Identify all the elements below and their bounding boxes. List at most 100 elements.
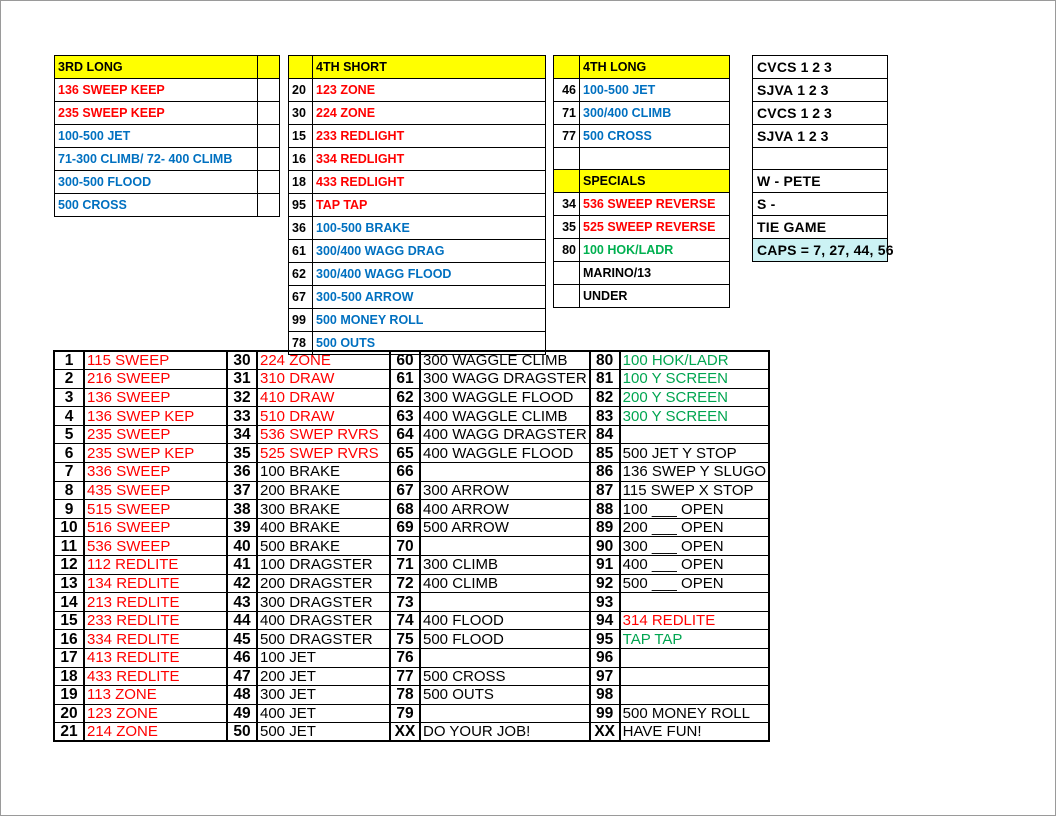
play-name[interactable]: 500 FLOOD [420, 629, 591, 649]
play-name[interactable]: 112 REDLITE [84, 555, 228, 575]
play-name[interactable]: 500 JET Y STOP [619, 443, 771, 464]
play-name[interactable] [420, 462, 591, 482]
play-name[interactable]: 400 WAGGLE CLIMB [420, 406, 591, 426]
play-name[interactable]: 536 SWEP RVRS [257, 424, 391, 445]
play-name[interactable]: 300/400 WAGG FLOOD [312, 262, 546, 286]
play-name[interactable]: 500 ARROW [420, 517, 591, 538]
play-name[interactable] [420, 536, 591, 557]
play-name[interactable]: 400 FLOOD [420, 610, 591, 631]
play-name[interactable]: 515 SWEEP [84, 499, 228, 519]
play-name[interactable]: 113 ZONE [84, 685, 228, 705]
play-name[interactable]: 100-500 JET [579, 78, 730, 102]
play-name[interactable]: 500 CROSS [579, 124, 730, 148]
play-name[interactable]: 300 BRAKE [257, 499, 391, 519]
play-name[interactable]: 500 JET [257, 722, 391, 743]
play-name[interactable]: MARINO/13 [579, 261, 730, 285]
play-name[interactable]: 413 REDLITE [84, 648, 228, 668]
play-name[interactable]: 435 SWEEP [84, 480, 228, 501]
play-name[interactable]: 100-500 JET [54, 124, 258, 148]
play-name[interactable]: 334 REDLIGHT [312, 147, 546, 171]
play-name[interactable] [619, 666, 771, 687]
play-name[interactable]: 300 WAGG DRAGSTER [420, 369, 591, 389]
play-name[interactable]: 235 SWEEP [84, 424, 228, 445]
play-name[interactable]: 100 DRAGSTER [257, 555, 391, 575]
play-name[interactable]: 216 SWEEP [84, 369, 228, 389]
play-name[interactable]: 300/400 CLIMB [579, 101, 730, 125]
play-name[interactable]: 224 ZONE [257, 350, 391, 371]
play-name[interactable]: 400 DRAGSTER [257, 610, 391, 631]
play-name[interactable]: 300 CLIMB [420, 555, 591, 575]
play-name[interactable]: 300-500 FLOOD [54, 170, 258, 194]
play-name[interactable] [420, 648, 591, 668]
play-name[interactable]: 525 SWEEP REVERSE [579, 215, 730, 239]
play-name[interactable]: 115 SWEEP [84, 350, 228, 371]
play-name[interactable] [619, 592, 771, 612]
play-name[interactable]: 510 DRAW [257, 406, 391, 426]
play-name[interactable]: 100-500 BRAKE [312, 216, 546, 240]
play-name[interactable]: TAP TAP [619, 629, 771, 649]
play-name[interactable]: 235 SWEEP KEEP [54, 101, 258, 125]
play-name[interactable]: 410 DRAW [257, 387, 391, 408]
play-name[interactable]: 200 Y SCREEN [619, 387, 771, 408]
play-name[interactable]: 300 WAGGLE CLIMB [420, 350, 591, 371]
play-name[interactable]: 400 CLIMB [420, 573, 591, 594]
play-name[interactable] [619, 648, 771, 668]
play-name[interactable]: 500 MONEY ROLL [312, 308, 546, 332]
play-name[interactable]: 123 ZONE [312, 78, 546, 102]
play-name[interactable]: 300 Y SCREEN [619, 406, 771, 426]
play-name[interactable] [420, 703, 591, 724]
play-name[interactable]: 500 BRAKE [257, 536, 391, 557]
play-name[interactable]: 400 BRAKE [257, 517, 391, 538]
play-name[interactable]: 115 SWEP X STOP [619, 480, 771, 501]
play-name[interactable]: 400 WAGGLE FLOOD [420, 443, 591, 464]
play-name[interactable]: 100 HOK/LADR [579, 238, 730, 262]
play-name[interactable]: 200 ___ OPEN [619, 517, 771, 538]
play-name[interactable]: 300 DRAGSTER [257, 592, 391, 612]
play-name[interactable]: 136 SWEEP KEEP [54, 78, 258, 102]
play-name[interactable] [420, 592, 591, 612]
play-name[interactable]: 233 REDLITE [84, 610, 228, 631]
play-name[interactable]: 500 CROSS [54, 193, 258, 217]
play-name[interactable]: 334 REDLITE [84, 629, 228, 649]
play-name[interactable]: 336 SWEEP [84, 462, 228, 482]
play-name[interactable]: 516 SWEEP [84, 517, 228, 538]
play-name[interactable]: 500 DRAGSTER [257, 629, 391, 649]
play-name[interactable]: 136 SWEP KEP [84, 406, 228, 426]
play-name[interactable]: 300/400 WAGG DRAG [312, 239, 546, 263]
play-name[interactable]: 500 MONEY ROLL [619, 703, 771, 724]
play-name[interactable]: HAVE FUN! [619, 722, 771, 743]
play-name[interactable]: 433 REDLITE [84, 666, 228, 687]
play-name[interactable]: 123 ZONE [84, 703, 228, 724]
play-name[interactable]: 400 WAGG DRAGSTER [420, 424, 591, 445]
play-name[interactable]: 300 WAGGLE FLOOD [420, 387, 591, 408]
play-name[interactable]: 300 ARROW [420, 480, 591, 501]
play-name[interactable]: 134 REDLITE [84, 573, 228, 594]
play-name[interactable]: 214 ZONE [84, 722, 228, 743]
play-name[interactable] [619, 424, 771, 445]
play-name[interactable]: 200 DRAGSTER [257, 573, 391, 594]
play-name[interactable]: 433 REDLIGHT [312, 170, 546, 194]
play-name[interactable]: 100 BRAKE [257, 462, 391, 482]
play-name[interactable]: TAP TAP [312, 193, 546, 217]
play-name[interactable]: 536 SWEEP REVERSE [579, 192, 730, 216]
play-name[interactable]: 300 JET [257, 685, 391, 705]
play-name[interactable]: 200 BRAKE [257, 480, 391, 501]
play-name[interactable]: 300 ___ OPEN [619, 536, 771, 557]
play-name[interactable]: 224 ZONE [312, 101, 546, 125]
play-name[interactable]: 136 SWEP Y SLUGO [619, 462, 771, 482]
play-name[interactable]: DO YOUR JOB! [420, 722, 591, 743]
play-name[interactable]: 136 SWEEP [84, 387, 228, 408]
play-name[interactable]: 71-300 CLIMB/ 72- 400 CLIMB [54, 147, 258, 171]
play-name[interactable]: 525 SWEP RVRS [257, 443, 391, 464]
play-name[interactable] [619, 685, 771, 705]
play-name[interactable]: 500 ___ OPEN [619, 573, 771, 594]
play-name[interactable]: 200 JET [257, 666, 391, 687]
play-name[interactable]: 400 ___ OPEN [619, 555, 771, 575]
play-name[interactable]: 300-500 ARROW [312, 285, 546, 309]
play-name[interactable]: 100 ___ OPEN [619, 499, 771, 519]
play-name[interactable]: 536 SWEEP [84, 536, 228, 557]
play-name[interactable]: 400 ARROW [420, 499, 591, 519]
play-name[interactable]: 235 SWEP KEP [84, 443, 228, 464]
play-name[interactable]: 500 CROSS [420, 666, 591, 687]
play-name[interactable]: 314 REDLITE [619, 610, 771, 631]
